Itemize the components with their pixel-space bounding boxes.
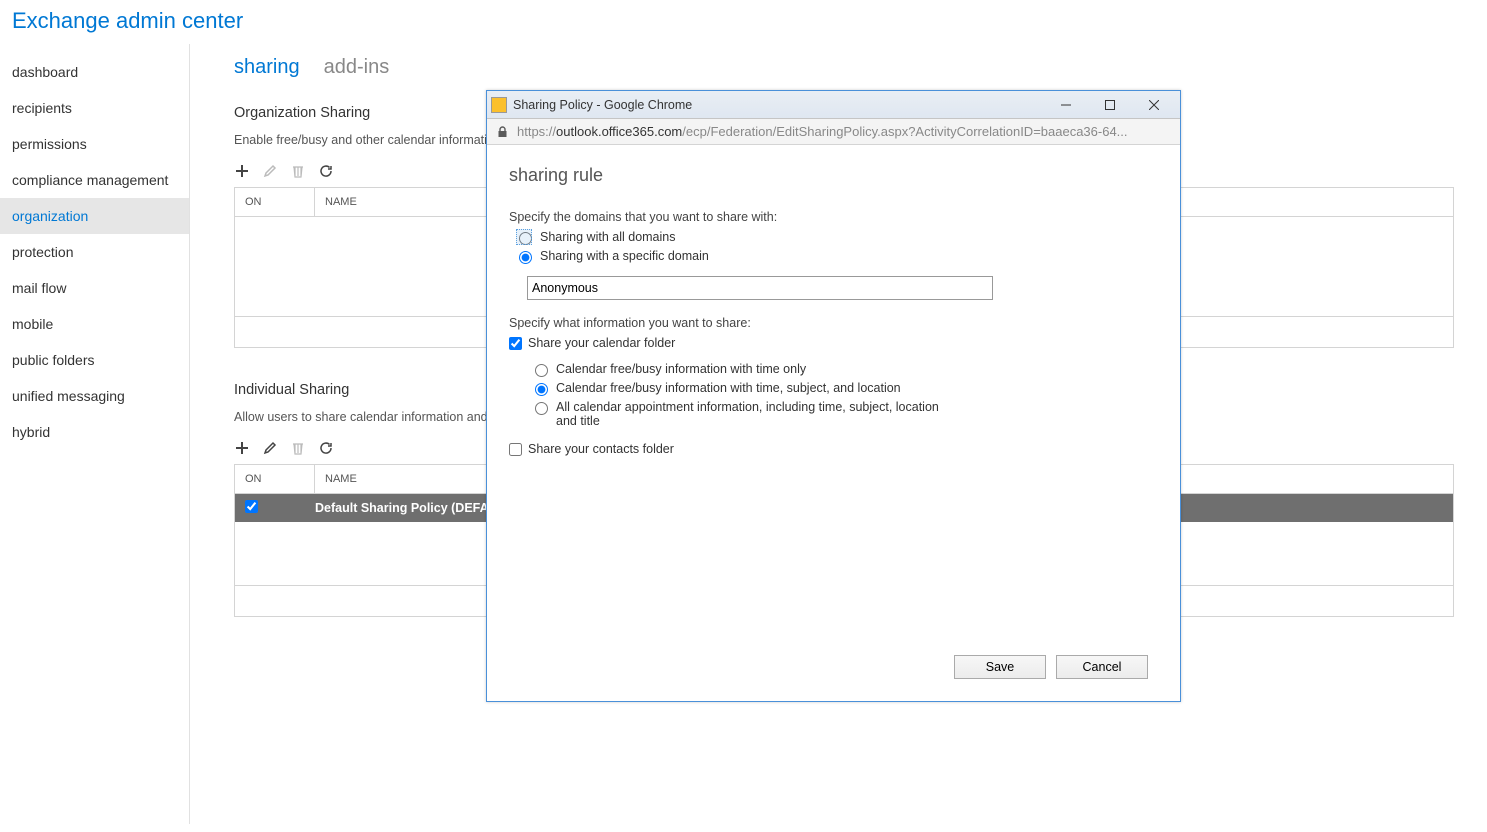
- save-button[interactable]: Save: [954, 655, 1046, 679]
- cal-freebusy-subject-radio[interactable]: Calendar free/busy information with time…: [535, 381, 1158, 396]
- minimize-button[interactable]: [1044, 93, 1088, 117]
- share-contacts-checkbox[interactable]: Share your contacts folder: [509, 442, 1158, 456]
- cal-opt3-label: All calendar appointment information, in…: [556, 400, 956, 428]
- share-all-label: Sharing with all domains: [540, 230, 676, 244]
- tab-sharing[interactable]: sharing: [234, 56, 300, 79]
- share-calendar-label: Share your calendar folder: [528, 336, 675, 350]
- sidebar-item-public-folders[interactable]: public folders: [0, 342, 189, 378]
- sidebar-item-mobile[interactable]: mobile: [0, 306, 189, 342]
- url-text: https://outlook.office365.com/ecp/Federa…: [517, 124, 1128, 139]
- cal-opt1-label: Calendar free/busy information with time…: [556, 362, 806, 376]
- add-icon[interactable]: [234, 163, 250, 179]
- share-calendar-checkbox[interactable]: Share your calendar folder: [509, 336, 1158, 350]
- row-on-checkbox[interactable]: [245, 500, 258, 513]
- window-icon: [491, 97, 507, 113]
- sidebar: dashboardrecipientspermissionscompliance…: [0, 44, 190, 824]
- domains-label: Specify the domains that you want to sha…: [509, 210, 1158, 224]
- cal-freebusy-time-radio[interactable]: Calendar free/busy information with time…: [535, 362, 1158, 377]
- edit-icon[interactable]: [262, 440, 278, 456]
- edit-icon: [262, 163, 278, 179]
- lock-icon: [497, 126, 509, 138]
- address-bar[interactable]: https://outlook.office365.com/ecp/Federa…: [487, 119, 1180, 145]
- sidebar-item-unified-messaging[interactable]: unified messaging: [0, 378, 189, 414]
- share-all-domains-radio[interactable]: Sharing with all domains: [509, 230, 1158, 245]
- sidebar-item-recipients[interactable]: recipients: [0, 90, 189, 126]
- share-contacts-label: Share your contacts folder: [528, 442, 674, 456]
- refresh-icon[interactable]: [318, 440, 334, 456]
- sidebar-item-permissions[interactable]: permissions: [0, 126, 189, 162]
- sidebar-item-compliance-management[interactable]: compliance management: [0, 162, 189, 198]
- add-icon[interactable]: [234, 440, 250, 456]
- sidebar-item-organization[interactable]: organization: [0, 198, 189, 234]
- info-label: Specify what information you want to sha…: [509, 316, 1158, 330]
- close-button[interactable]: [1132, 93, 1176, 117]
- window-title: Sharing Policy - Google Chrome: [513, 98, 1044, 112]
- col-on[interactable]: ON: [235, 465, 315, 493]
- sidebar-item-hybrid[interactable]: hybrid: [0, 414, 189, 450]
- sharing-policy-popup: Sharing Policy - Google Chrome https://o…: [486, 90, 1181, 702]
- tab-add-ins[interactable]: add-ins: [324, 56, 390, 79]
- domain-input[interactable]: [527, 276, 993, 300]
- cancel-button[interactable]: Cancel: [1056, 655, 1148, 679]
- titlebar[interactable]: Sharing Policy - Google Chrome: [487, 91, 1180, 119]
- page-header: Exchange admin center: [0, 0, 1487, 44]
- delete-icon: [290, 163, 306, 179]
- refresh-icon[interactable]: [318, 163, 334, 179]
- sidebar-item-protection[interactable]: protection: [0, 234, 189, 270]
- share-specific-domain-radio[interactable]: Sharing with a specific domain: [509, 249, 1158, 264]
- sidebar-item-mail-flow[interactable]: mail flow: [0, 270, 189, 306]
- col-on[interactable]: ON: [235, 188, 315, 216]
- maximize-button[interactable]: [1088, 93, 1132, 117]
- share-specific-label: Sharing with a specific domain: [540, 249, 709, 263]
- cal-all-info-radio[interactable]: All calendar appointment information, in…: [535, 400, 1158, 428]
- tabs: sharing add-ins: [234, 56, 1487, 79]
- cal-opt2-label: Calendar free/busy information with time…: [556, 381, 901, 395]
- sidebar-item-dashboard[interactable]: dashboard: [0, 54, 189, 90]
- popup-title: sharing rule: [509, 165, 1158, 186]
- delete-icon: [290, 440, 306, 456]
